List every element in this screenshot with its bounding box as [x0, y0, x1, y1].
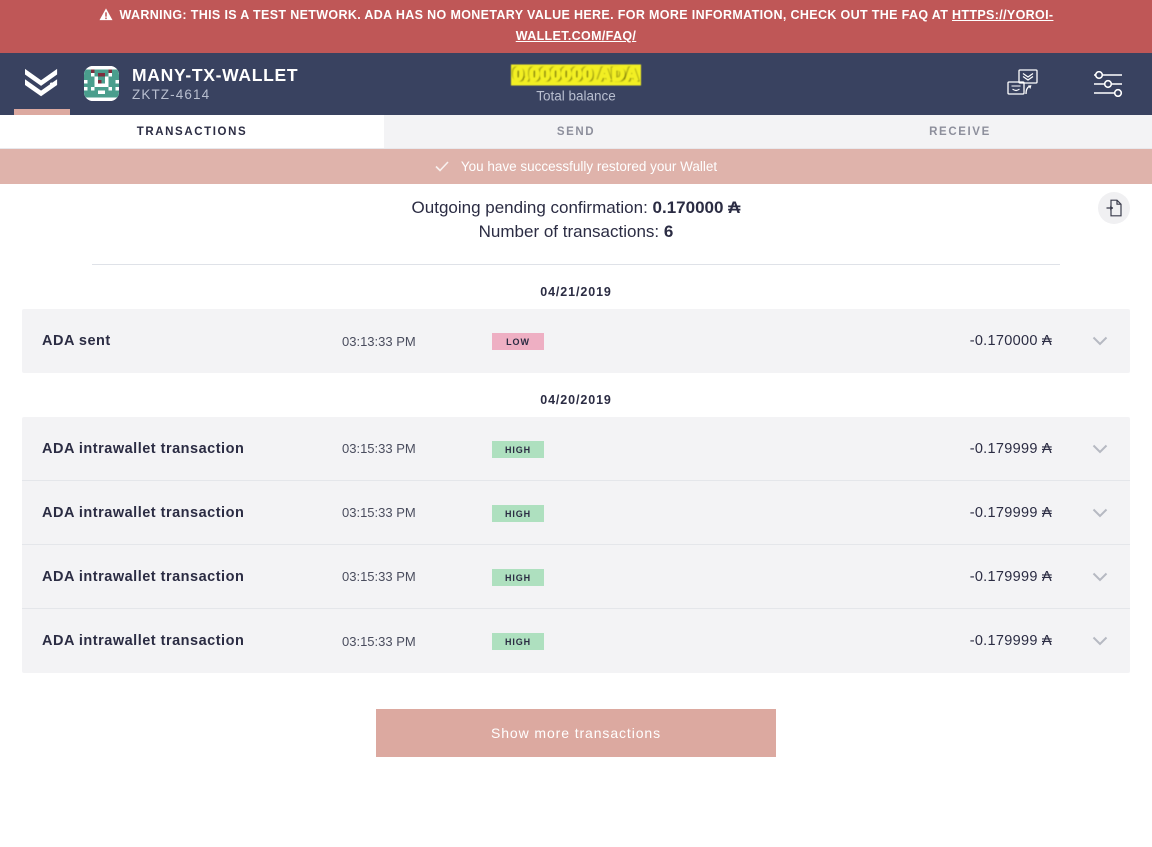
settings-button[interactable]: [1086, 64, 1130, 104]
transaction-count-label: Number of transactions:: [478, 222, 660, 241]
tab-send[interactable]: SEND: [384, 115, 768, 148]
transaction-assurance-cell: HIGH: [492, 568, 612, 586]
switch-wallet-button[interactable]: [1002, 64, 1046, 104]
expand-transaction-button[interactable]: [1052, 508, 1108, 518]
wallet-navigation-tabs: TRANSACTIONS SEND RECEIVE: [0, 115, 1152, 149]
transaction-amount: -0.179999 ₳: [969, 633, 1052, 649]
app-topbar: MANY-TX-WALLET ZKTZ-4614 0.000000 ADA To…: [0, 53, 1152, 115]
expand-transaction-button[interactable]: [1052, 444, 1108, 454]
transaction-time: 03:15:33 PM: [342, 505, 416, 520]
transaction-assurance-cell: LOW: [492, 332, 612, 350]
restore-success-notification: You have successfully restored your Wall…: [0, 149, 1152, 184]
export-transactions-button[interactable]: [1098, 192, 1130, 224]
sidebar-active-indicator: [14, 109, 70, 115]
table-row[interactable]: ADA intrawallet transaction 03:15:33 PM HI…: [22, 417, 1130, 481]
transaction-assurance-cell: HIGH: [492, 504, 612, 522]
warning-text: WARNING: THIS IS A TEST NETWORK. ADA HAS…: [119, 8, 953, 22]
pending-confirmation-line: Outgoing pending confirmation: 0.170000 …: [0, 196, 1152, 220]
status-badge: HIGH: [492, 440, 544, 458]
export-document-icon: [1106, 199, 1122, 217]
settings-sliders-icon: [1094, 71, 1123, 97]
transaction-type: ADA intrawallet transaction: [42, 568, 245, 585]
table-row[interactable]: ADA sent 03:13:33 PM LOW -0.170000 ₳: [22, 309, 1130, 373]
status-badge: HIGH: [492, 633, 544, 650]
transaction-type: ADA sent: [42, 333, 111, 349]
transaction-amount: -0.179999 ₳: [969, 440, 1052, 457]
pending-confirmation-value: 0.170000 ₳: [652, 198, 741, 217]
transaction-group-date: 04/20/2019: [540, 393, 612, 407]
chevron-down-icon: [1092, 636, 1108, 646]
chevron-down-icon: [1092, 444, 1108, 453]
transaction-time: 03:15:33 PM: [342, 569, 416, 584]
transaction-type: ADA intrawallet transaction: [42, 504, 245, 521]
table-row[interactable]: ADA intrawallet transaction 03:15:33 PM HI…: [22, 545, 1130, 609]
transaction-time: 03:15:33 PM: [342, 633, 416, 649]
show-more-wrap: Show more transactions: [0, 709, 1152, 757]
transaction-time: 03:15:33 PM: [342, 441, 416, 456]
wallet-switch-icon: [1007, 69, 1038, 95]
transaction-time: 03:13:33 PM: [342, 333, 416, 349]
transaction-list: 04/21/2019 ADA sent 03:13:33 PM LOW -0.17000…: [0, 265, 1152, 673]
wallet-summary[interactable]: MANY-TX-WALLET ZKTZ-4614: [84, 65, 298, 103]
wallet-identicon-avatar: [84, 66, 119, 102]
transaction-assurance-cell: HIGH: [492, 632, 612, 650]
tab-receive[interactable]: RECEIVE: [768, 115, 1152, 148]
expand-transaction-button[interactable]: [1052, 572, 1108, 582]
transaction-assurance-cell: HIGH: [492, 440, 612, 458]
transaction-group: ADA intrawallet transaction 03:15:33 PM HI…: [22, 417, 1130, 673]
wallet-name: MANY-TX-WALLET: [132, 65, 299, 86]
total-balance-amount: 0.000000 ADA: [511, 64, 641, 86]
warning-triangle-icon: [99, 8, 113, 21]
topbar-actions: [1002, 53, 1130, 115]
transaction-count-line: Number of transactions: 6: [0, 220, 1152, 244]
tab-transactions[interactable]: TRANSACTIONS: [0, 115, 384, 148]
transaction-amount: -0.170000 ₳: [969, 333, 1052, 349]
transaction-amount: -0.179999 ₳: [969, 568, 1052, 585]
pending-confirmation-label: Outgoing pending confirmation:: [411, 198, 648, 217]
yoroi-logo-icon: [25, 68, 58, 97]
wallet-plate-id: ZKTZ-4614: [132, 87, 211, 103]
notification-text: You have successfully restored your Wall…: [460, 159, 718, 174]
chevron-down-icon: [1092, 508, 1108, 517]
table-row[interactable]: ADA intrawallet transaction 03:15:33 PM HI…: [22, 481, 1130, 545]
transaction-type: ADA intrawallet transaction: [42, 633, 245, 649]
transaction-group-date: 04/21/2019: [540, 285, 612, 299]
transaction-type: ADA intrawallet transaction: [42, 440, 245, 457]
show-more-transactions-button[interactable]: Show more transactions: [376, 709, 776, 757]
table-row[interactable]: ADA intrawallet transaction 03:15:33 PM HI…: [22, 609, 1130, 673]
chevron-down-icon: [1092, 336, 1108, 346]
transaction-count-value: 6: [663, 222, 674, 241]
chevron-down-icon: [1092, 572, 1108, 581]
test-network-warning-banner: WARNING: THIS IS A TEST NETWORK. ADA HAS…: [0, 0, 1152, 53]
status-badge: HIGH: [492, 568, 544, 586]
transactions-summary: Outgoing pending confirmation: 0.170000 …: [0, 196, 1152, 244]
transaction-group: ADA sent 03:13:33 PM LOW -0.170000 ₳: [22, 309, 1130, 373]
status-badge: LOW: [492, 333, 544, 350]
expand-transaction-button[interactable]: [1052, 336, 1108, 346]
transactions-content: Outgoing pending confirmation: 0.170000 …: [0, 184, 1152, 757]
expand-transaction-button[interactable]: [1052, 636, 1108, 646]
yoroi-logo-button[interactable]: [0, 53, 84, 115]
transaction-amount: -0.179999 ₳: [969, 504, 1052, 521]
checkmark-icon: [435, 161, 449, 172]
status-badge: HIGH: [492, 504, 544, 522]
